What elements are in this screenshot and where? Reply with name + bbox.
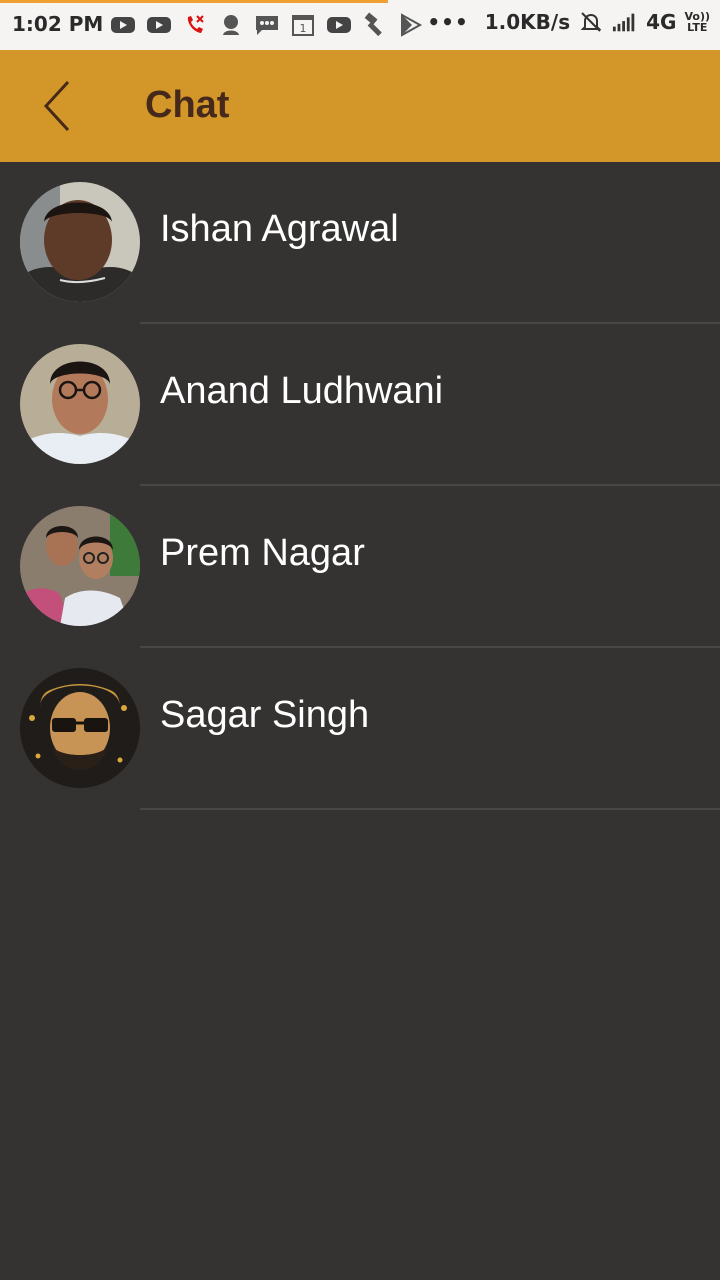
- avatar[interactable]: [20, 182, 140, 302]
- page-title: Chat: [145, 84, 230, 126]
- mute-bell-icon: [578, 10, 604, 34]
- app-bar: Chat: [0, 50, 720, 162]
- chat-list-item[interactable]: Prem Nagar: [0, 486, 720, 648]
- loading-progress-bar: [0, 0, 388, 3]
- chat-list-item[interactable]: Ishan Agrawal: [0, 162, 720, 324]
- calendar-icon: 1: [290, 13, 316, 37]
- status-time: 1:02 PM: [12, 12, 104, 36]
- contact-name: Anand Ludhwani: [160, 370, 444, 412]
- chat-list: Ishan Agrawal Anand Ludhwani Prem Nagar …: [0, 162, 720, 810]
- play-store-icon: [398, 13, 424, 37]
- divider: [140, 808, 720, 810]
- avatar[interactable]: [20, 668, 140, 788]
- signal-icon: [612, 10, 638, 34]
- status-bar: 1:02 PM 1 ••• 1.0KB/s 4G Vo)) LTE: [0, 0, 720, 50]
- missed-call-icon: [182, 13, 208, 37]
- chat-list-item[interactable]: Sagar Singh: [0, 648, 720, 810]
- youtube-icon: [326, 13, 352, 37]
- hammer-icon: [362, 12, 388, 37]
- volte-bottom: LTE: [687, 21, 708, 34]
- contact-name: Prem Nagar: [160, 532, 365, 574]
- more-notifications-indicator: •••: [427, 10, 469, 34]
- youtube-icon: [146, 13, 172, 37]
- network-type: 4G: [646, 10, 677, 34]
- contact-name: Ishan Agrawal: [160, 208, 399, 250]
- avatar[interactable]: [20, 344, 140, 464]
- back-button[interactable]: [28, 76, 88, 136]
- chevron-left-icon: [43, 80, 70, 132]
- message-icon: [254, 13, 280, 37]
- svg-text:1: 1: [300, 22, 307, 35]
- network-speed: 1.0KB/s: [484, 10, 571, 34]
- notification-icons: 1: [110, 12, 424, 37]
- youtube-icon: [110, 13, 136, 37]
- contact-name: Sagar Singh: [160, 694, 370, 736]
- user-icon: [218, 13, 244, 37]
- avatar[interactable]: [20, 506, 140, 626]
- volte-indicator: Vo)) LTE: [684, 11, 710, 33]
- system-status: ••• 1.0KB/s 4G Vo)) LTE: [427, 10, 710, 34]
- chat-list-item[interactable]: Anand Ludhwani: [0, 324, 720, 486]
